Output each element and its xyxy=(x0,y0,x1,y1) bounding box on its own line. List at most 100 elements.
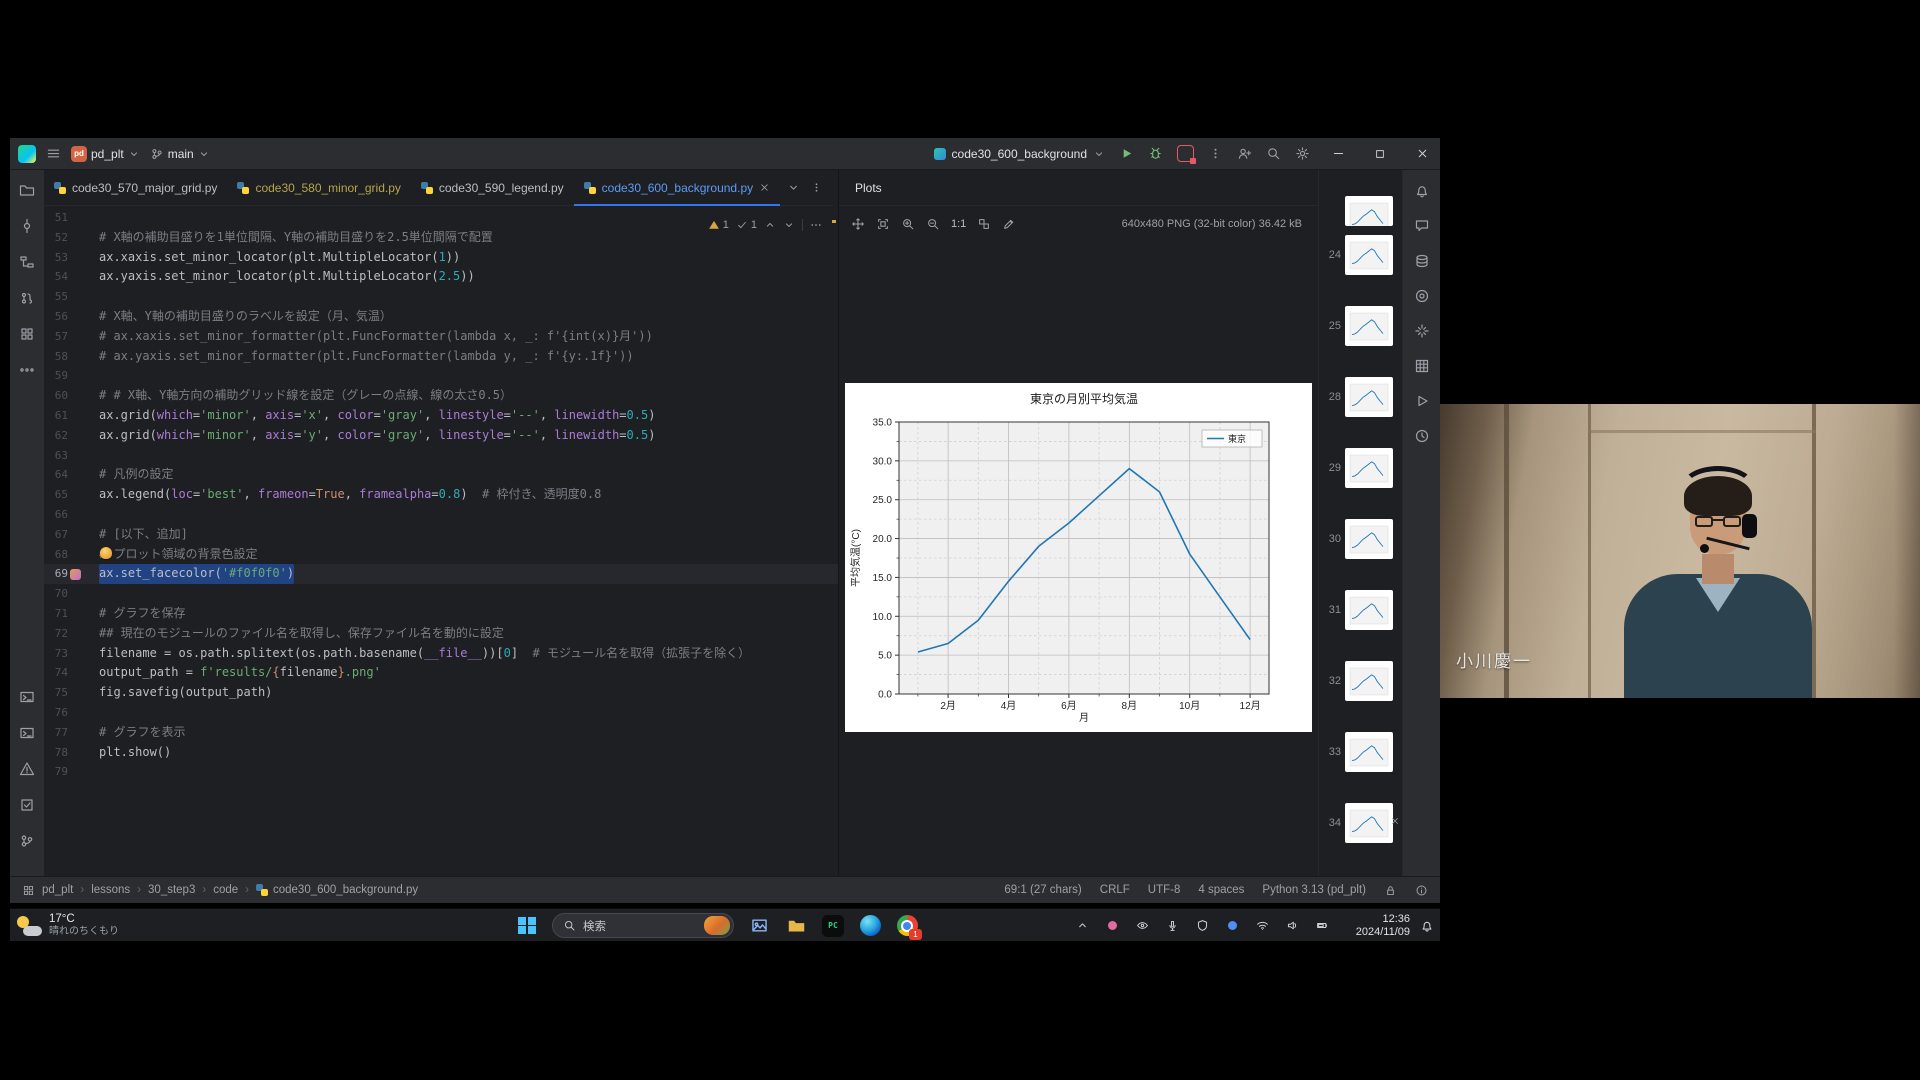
more-button[interactable] xyxy=(14,357,40,383)
run-button[interactable] xyxy=(1119,146,1134,161)
terminal-button[interactable] xyxy=(14,720,40,746)
checker-button[interactable] xyxy=(973,213,995,235)
play-button[interactable] xyxy=(1409,388,1435,414)
grid-button[interactable] xyxy=(1409,353,1435,379)
tab-options-button[interactable] xyxy=(810,181,823,194)
clock-button[interactable] xyxy=(1409,423,1435,449)
chevron-up-button[interactable] xyxy=(1072,916,1092,936)
taskbar-app-pycharm[interactable]: PC xyxy=(821,914,845,938)
eye-button[interactable] xyxy=(1132,916,1152,936)
inspections-status-button[interactable] xyxy=(1415,884,1428,897)
editor-tab-active[interactable]: code30_600_background.py xyxy=(574,170,780,205)
plot-thumbnail[interactable]: 33 xyxy=(1319,732,1402,772)
code-line[interactable]: 57# ax.xaxis.set_minor_formatter(plt.Fun… xyxy=(44,327,838,347)
code-with-me-button[interactable] xyxy=(1237,146,1252,161)
speaker-button[interactable] xyxy=(1282,916,1302,936)
pull-request-button[interactable] xyxy=(14,285,40,311)
warning-stripe-mark[interactable] xyxy=(832,220,836,223)
run-configuration-selector[interactable]: code30_600_background xyxy=(934,147,1105,161)
plot-thumbnail[interactable]: 25 xyxy=(1319,306,1402,346)
ai-chat-button[interactable] xyxy=(1409,213,1435,239)
notification-bell-icon[interactable] xyxy=(1420,919,1434,933)
read-lock-button[interactable] xyxy=(1384,884,1397,897)
indent-style[interactable]: 4 spaces xyxy=(1198,884,1244,896)
problems-button[interactable] xyxy=(14,756,40,782)
plots-tab-label[interactable]: Plots xyxy=(855,181,882,195)
gutter-icon[interactable] xyxy=(70,569,81,580)
plot-thumbnail[interactable]: 31 xyxy=(1319,590,1402,630)
wifi-button[interactable] xyxy=(1252,916,1272,936)
app-pink-button[interactable] xyxy=(1102,916,1122,936)
taskbar-app-photos[interactable] xyxy=(747,914,771,938)
thumbnail-image[interactable] xyxy=(1345,235,1393,275)
plot-thumbnail[interactable] xyxy=(1319,196,1402,226)
code-line[interactable]: 67# [以下、追加] xyxy=(44,525,838,545)
profiler-button[interactable] xyxy=(1177,145,1194,162)
code-line[interactable]: 53ax.xaxis.set_minor_locator(plt.Multipl… xyxy=(44,248,838,268)
code-line[interactable]: 65ax.legend(loc='best', frameon=True, fr… xyxy=(44,485,838,505)
prev-problem-button[interactable] xyxy=(764,219,776,231)
breadcrumb-item[interactable]: code xyxy=(213,884,238,896)
app-blue-button[interactable] xyxy=(1222,916,1242,936)
breadcrumb-item[interactable]: pd_plt xyxy=(42,884,73,896)
settings-button[interactable] xyxy=(1295,146,1310,161)
bell-button[interactable] xyxy=(1409,178,1435,204)
magic-button[interactable] xyxy=(1409,318,1435,344)
code-line[interactable]: 76 xyxy=(44,703,838,723)
python-interpreter[interactable]: Python 3.13 (pd_plt) xyxy=(1262,884,1366,896)
code-line[interactable]: 69ax.set_facecolor('#f0f0f0') xyxy=(44,564,838,584)
pencil-button[interactable] xyxy=(998,213,1020,235)
debug-button[interactable] xyxy=(1148,146,1163,161)
search-highlight-art[interactable] xyxy=(704,916,730,935)
structure-button[interactable] xyxy=(14,249,40,275)
zoom-in-button[interactable] xyxy=(897,213,919,235)
taskbar-search[interactable]: 検索 xyxy=(552,913,734,938)
code-line[interactable]: 56# X軸、Y軸の補助目盛りのラベルを設定（月、気温） xyxy=(44,307,838,327)
pan-button[interactable] xyxy=(847,213,869,235)
vcs-branch-selector[interactable]: main xyxy=(150,147,210,161)
inspections-widget[interactable]: 1 1 xyxy=(700,215,830,235)
code-line[interactable]: 68# プロット領域の背景色設定 xyxy=(44,545,838,565)
code-line[interactable]: 70 xyxy=(44,584,838,604)
weather-widget[interactable]: 17°C 晴れのちくもり xyxy=(16,911,119,940)
zoom-level[interactable]: 1:1 xyxy=(947,218,970,230)
code-line[interactable]: 60# # X軸、Y軸方向の補助グリッド線を設定（グレーの点線、線の太さ0.5） xyxy=(44,386,838,406)
code-line[interactable]: 63 xyxy=(44,446,838,466)
code-line[interactable]: 55 xyxy=(44,287,838,307)
inspections-menu-button[interactable] xyxy=(810,219,822,231)
plot-thumbnail[interactable]: 24 xyxy=(1319,235,1402,275)
code-line[interactable]: 54ax.yaxis.set_minor_locator(plt.Multipl… xyxy=(44,267,838,287)
main-menu-button[interactable] xyxy=(46,146,61,161)
code-line[interactable]: 79 xyxy=(44,762,838,782)
commit-button[interactable] xyxy=(14,213,40,239)
thumbnail-image[interactable] xyxy=(1345,803,1393,843)
plot-thumbnail[interactable]: 30 xyxy=(1319,519,1402,559)
code-line[interactable]: 59 xyxy=(44,366,838,386)
code-line[interactable]: 58# ax.yaxis.set_minor_formatter(plt.Fun… xyxy=(44,347,838,367)
breadcrumb-item[interactable]: 30_step3 xyxy=(148,884,195,896)
plot-thumbnail[interactable]: 34 xyxy=(1319,803,1402,843)
project-selector[interactable]: pd pd_plt xyxy=(71,146,140,162)
code-line[interactable]: 75fig.savefig(output_path) xyxy=(44,683,838,703)
close-button[interactable] xyxy=(1408,138,1436,170)
mic-button[interactable] xyxy=(1162,916,1182,936)
next-problem-button[interactable] xyxy=(783,219,795,231)
database-button[interactable] xyxy=(1409,248,1435,274)
thumbnail-image[interactable] xyxy=(1345,661,1393,701)
intention-bulb-icon[interactable] xyxy=(100,547,112,559)
line-separator[interactable]: CRLF xyxy=(1100,884,1130,896)
plot-thumbnail[interactable]: 32 xyxy=(1319,661,1402,701)
code-line[interactable]: 64# 凡例の設定 xyxy=(44,465,838,485)
hidden-tabs-button[interactable] xyxy=(787,181,800,194)
code-line[interactable]: 72## 現在のモジュールのファイル名を取得し、保存ファイル名を動的に設定 xyxy=(44,624,838,644)
thumbnail-image[interactable] xyxy=(1345,196,1393,226)
tool-windows-icon[interactable] xyxy=(22,884,35,897)
plot-thumbnail[interactable]: 29 xyxy=(1319,448,1402,488)
code-line[interactable]: 61ax.grid(which='minor', axis='x', color… xyxy=(44,406,838,426)
donut-button[interactable] xyxy=(1409,283,1435,309)
editor-tab[interactable]: code30_580_minor_grid.py xyxy=(227,170,410,205)
tab-close-button[interactable] xyxy=(759,182,770,193)
editor-scrollbar[interactable] xyxy=(830,206,838,876)
taskbar-app-chrome[interactable]: 1 xyxy=(895,914,919,938)
breadcrumb-item[interactable]: lessons xyxy=(91,884,130,896)
